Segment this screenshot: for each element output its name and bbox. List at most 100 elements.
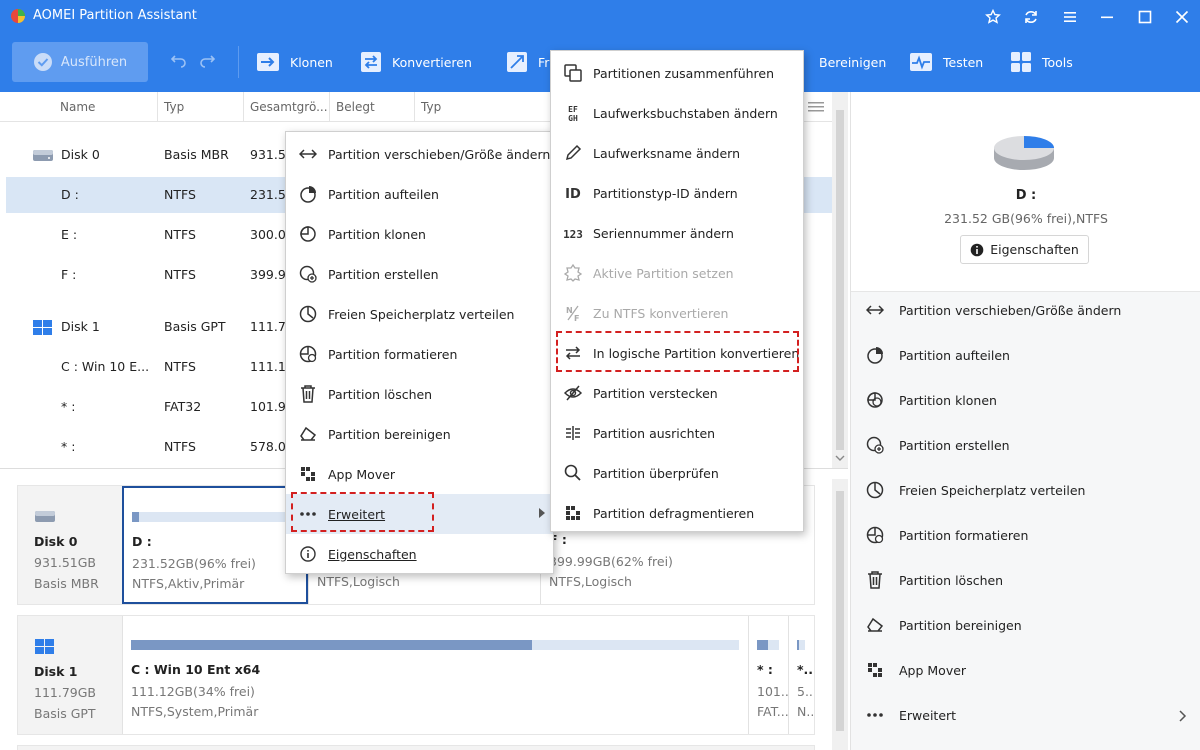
op-resize-partition[interactable]: Partition verschieben/Größe ändern [865, 290, 1187, 330]
column-header-name[interactable]: Name [54, 92, 95, 122]
refresh-icon[interactable] [1019, 6, 1043, 28]
free-toolbar-button[interactable]: Fr [506, 44, 549, 80]
convert-toolbar-button[interactable]: Konvertieren [360, 44, 472, 80]
menu-item-wipe[interactable]: Partition bereinigen [286, 414, 553, 454]
convert-arrows-icon [563, 343, 583, 363]
maximize-icon[interactable] [1133, 6, 1157, 28]
table-scrollbar[interactable] [832, 92, 848, 468]
submenu-item-check[interactable]: Partition überprüfen [551, 453, 803, 493]
set-active-icon [563, 263, 583, 283]
table-scrollbar-thumb[interactable] [836, 110, 844, 450]
partition-block-d[interactable]: D : 231.52GB(96% frei) NTFS,Aktiv,Primär [122, 486, 308, 604]
menu-item-advanced[interactable]: Erweitert [286, 494, 553, 534]
submenu-item-label[interactable]: Laufwerksname ändern [551, 133, 803, 173]
magnifier-icon [563, 463, 583, 483]
menu-item-create[interactable]: Partition erstellen [286, 254, 553, 294]
info-icon [970, 243, 984, 256]
align-icon [563, 423, 583, 443]
split-icon [298, 184, 318, 204]
submenu-item-serial[interactable]: 123 Seriennummer ändern [551, 213, 803, 253]
partition-block-star-1[interactable]: * : 101... FAT... [748, 616, 793, 734]
svg-text:EF: EF [568, 105, 578, 114]
column-header-capacity[interactable]: Gesamtgrö... [243, 92, 328, 122]
right-panel: D : 231.52 GB(96% frei),NTFS Eigenschaft… [850, 92, 1200, 750]
partition-block-star-2[interactable]: *... 5... N... [788, 616, 814, 734]
menu-item-app-mover[interactable]: App Mover [286, 454, 553, 494]
favorite-star-icon[interactable] [981, 6, 1005, 28]
op-split-partition[interactable]: Partition aufteilen [865, 335, 1187, 375]
op-allocate-free-space[interactable]: Freien Speicherplatz verteilen [865, 470, 1187, 510]
op-app-mover[interactable]: App Mover [865, 650, 1187, 690]
svg-text:GH: GH [568, 114, 578, 122]
allocate-icon [865, 480, 885, 500]
column-header-type[interactable]: Typ [157, 92, 184, 122]
submenu-item-hide[interactable]: Partition verstecken [551, 373, 803, 413]
submenu-item-defrag[interactable]: Partition defragmentieren [551, 493, 803, 533]
windows-disk-icon [33, 320, 52, 335]
free-space-icon [507, 52, 527, 72]
tools-toolbar-button[interactable]: Tools [1010, 44, 1073, 80]
allocate-icon [298, 304, 318, 324]
submenu-item-merge[interactable]: Partitionen zusammenführen [551, 53, 803, 93]
eraser-icon [865, 615, 885, 635]
disk-map-scrollbar-thumb[interactable] [836, 491, 844, 731]
test-toolbar-button[interactable]: Testen [909, 44, 983, 80]
op-wipe-partition[interactable]: Partition bereinigen [865, 605, 1187, 645]
undo-icon[interactable] [170, 52, 188, 68]
chevron-right-icon [1179, 710, 1187, 722]
apply-button[interactable]: Ausführen [12, 42, 148, 82]
submenu-item-type-id[interactable]: ID Partitionstyp-ID ändern [551, 173, 803, 213]
clone-icon [865, 390, 885, 410]
close-icon[interactable] [1170, 6, 1194, 28]
menu-item-delete[interactable]: Partition löschen [286, 374, 553, 414]
disk-card-1[interactable]: Disk 1 111.79GB Basis GPT C : Win 10 Ent… [17, 615, 815, 735]
app-logo-icon [11, 9, 25, 23]
format-icon [298, 344, 318, 364]
minimize-icon[interactable] [1095, 6, 1119, 28]
clone-toolbar-button[interactable]: Klonen [256, 44, 333, 80]
submenu-item-drive-letter[interactable]: EF GH Laufwerksbuchstaben ändern [551, 93, 803, 133]
merge-icon [563, 63, 583, 83]
windows-disk-icon [35, 639, 54, 654]
partition-block-c[interactable]: C : Win 10 Ent x64 111.12GB(34% frei) NT… [122, 616, 748, 734]
op-create-partition[interactable]: Partition erstellen [865, 425, 1187, 465]
pie-chart-icon [994, 136, 1054, 170]
column-header-filesystem[interactable]: Typ [414, 92, 441, 122]
context-menu: Partition verschieben/Größe ändern Parti… [285, 131, 554, 574]
resize-icon [865, 300, 885, 320]
op-delete-partition[interactable]: Partition löschen [865, 560, 1187, 600]
usage-bar [797, 640, 805, 650]
eraser-icon [298, 424, 318, 444]
op-clone-partition[interactable]: Partition klonen [865, 380, 1187, 420]
toolbar-separator [238, 46, 239, 78]
convert-icon [361, 52, 381, 72]
column-settings-icon[interactable] [808, 100, 824, 114]
properties-button[interactable]: Eigenschaften [960, 235, 1089, 264]
menu-hamburger-icon[interactable] [1058, 6, 1082, 28]
menu-item-format[interactable]: Partition formatieren [286, 334, 553, 374]
menu-item-properties[interactable]: Eigenschaften [286, 534, 553, 574]
resize-icon [298, 144, 318, 164]
op-advanced[interactable]: Erweitert [865, 695, 1187, 735]
pencil-icon [563, 143, 583, 163]
submenu-item-set-active[interactable]: Aktive Partition setzen [551, 253, 803, 293]
op-format-partition[interactable]: Partition formatieren [865, 515, 1187, 555]
menu-item-resize[interactable]: Partition verschieben/Größe ändern [286, 134, 553, 174]
disk-map-scrollbar[interactable] [832, 479, 848, 750]
column-header-used[interactable]: Belegt [329, 92, 375, 122]
usage-bar [131, 640, 739, 650]
svg-text:ID: ID [565, 187, 581, 201]
submenu-item-to-ntfs[interactable]: NF Zu NTFS konvertieren [551, 293, 803, 333]
svg-text:F: F [574, 314, 579, 322]
menu-item-allocate[interactable]: Freien Speicherplatz verteilen [286, 294, 553, 334]
scroll-down-icon[interactable] [835, 454, 845, 462]
menu-item-split[interactable]: Partition aufteilen [286, 174, 553, 214]
svg-text:123: 123 [563, 228, 583, 240]
submenu-item-align[interactable]: Partition ausrichten [551, 413, 803, 453]
drive-info: 231.52 GB(96% frei),NTFS [944, 211, 1108, 226]
redo-icon[interactable] [198, 52, 216, 68]
cleanup-toolbar-button[interactable]: Bereinigen [806, 44, 886, 80]
submenu-arrow-icon [539, 508, 545, 518]
submenu-item-to-logical[interactable]: In logische Partition konvertieren [551, 333, 803, 373]
menu-item-clone[interactable]: Partition klonen [286, 214, 553, 254]
